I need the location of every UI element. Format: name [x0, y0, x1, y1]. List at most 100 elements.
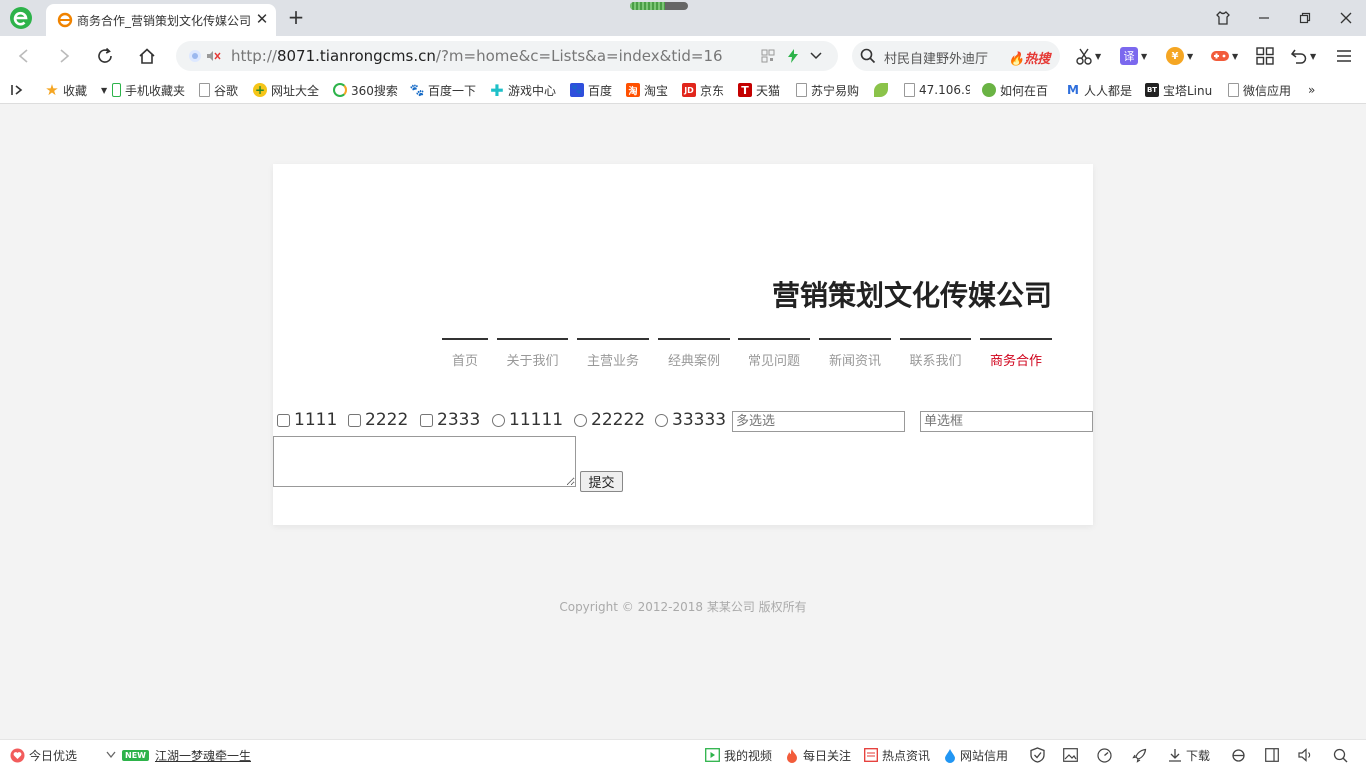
search-icon[interactable]: [860, 48, 876, 67]
radio-option-1[interactable]: 11111: [492, 410, 563, 430]
360-search-icon: [333, 83, 347, 97]
bookmark-leaf[interactable]: [874, 81, 892, 99]
today-picks-button[interactable]: 今日优选: [10, 746, 77, 764]
checkbox-option-2[interactable]: 2222: [348, 410, 408, 430]
tmall-icon: T: [738, 83, 752, 97]
nav-news[interactable]: 新闻资讯: [819, 338, 891, 369]
bookmark-game-center[interactable]: ✚ 游戏中心: [490, 81, 556, 100]
daily-focus-button[interactable]: 每日关注: [785, 746, 851, 764]
browser-logo-icon[interactable]: [9, 6, 33, 30]
mute-audio-icon[interactable]: [206, 49, 222, 66]
game-button[interactable]: ▼: [1210, 45, 1238, 67]
dropdown-caret-icon: ▼: [1310, 51, 1317, 61]
my-video-button[interactable]: 我的视频: [705, 746, 772, 764]
zoom-search-icon[interactable]: [1333, 746, 1348, 764]
checkbox-option-3[interactable]: 2333: [420, 410, 480, 430]
submit-button[interactable]: 提交: [580, 471, 623, 492]
news-ticker[interactable]: NEW 江湖一梦魂牵一生: [106, 746, 251, 764]
bookmark-google[interactable]: 谷歌: [199, 81, 238, 99]
bookmark-url-directory[interactable]: + 网址大全: [253, 81, 319, 99]
search-query[interactable]: 村民自建野外迪厅: [884, 48, 988, 67]
radio-1[interactable]: [492, 413, 505, 427]
forward-arrow-icon[interactable]: [51, 44, 77, 68]
bookmark-favorites[interactable]: ★ 收藏 ▼: [45, 81, 107, 99]
tab-close-icon[interactable]: ✕: [253, 10, 271, 28]
restore-icon[interactable]: [1291, 6, 1319, 30]
star-icon: ★: [45, 81, 59, 99]
undo-button[interactable]: ▼: [1290, 45, 1316, 67]
single-select-input[interactable]: [920, 411, 1093, 432]
search-bar[interactable]: 村民自建野外迪厅 🔥热搜: [852, 41, 1060, 71]
new-tab-plus-icon[interactable]: +: [285, 7, 307, 29]
bookmark-ip-address[interactable]: 47.106.9: [904, 81, 970, 99]
message-textarea[interactable]: [273, 436, 576, 487]
shield-icon[interactable]: [1030, 746, 1045, 764]
chevron-down-icon[interactable]: [810, 50, 822, 64]
multi-select-input[interactable]: [732, 411, 905, 432]
minimize-icon[interactable]: [1250, 6, 1278, 30]
scissors-screenshot-button[interactable]: ▼: [1075, 45, 1101, 67]
nav-contact[interactable]: 联系我们: [900, 338, 971, 369]
ie-mode-icon[interactable]: [1231, 746, 1246, 764]
coin-button[interactable]: ¥ ▼: [1166, 45, 1193, 67]
bookmark-360-search[interactable]: 360搜索: [333, 81, 398, 99]
home-icon[interactable]: [134, 44, 160, 68]
bookmark-how-to[interactable]: 如何在百: [982, 81, 1052, 99]
bookmark-baidu[interactable]: 🐾 百度: [570, 81, 612, 99]
fire-icon: [785, 748, 799, 763]
sidebar-toggle-icon[interactable]: [10, 81, 24, 99]
checkbox-1[interactable]: [277, 413, 290, 427]
nav-business-cooperation[interactable]: 商务合作: [980, 338, 1052, 369]
close-window-icon[interactable]: [1332, 6, 1360, 30]
volume-icon[interactable]: [1298, 746, 1314, 764]
nav-about[interactable]: 关于我们: [497, 338, 568, 369]
bookmark-jd[interactable]: JD 京东: [682, 81, 724, 99]
nav-home[interactable]: 首页: [442, 338, 488, 369]
radio-option-2[interactable]: 22222: [574, 410, 645, 430]
bookmark-wechat-apps[interactable]: 微信应用: [1228, 81, 1294, 99]
radio-3[interactable]: [655, 413, 668, 427]
bookmark-mobile-favorites[interactable]: 手机收藏夹: [112, 81, 185, 99]
url-bar[interactable]: http://8071.tianrongcms.cn/?m=home&c=Lis…: [176, 41, 838, 71]
back-arrow-icon[interactable]: [11, 44, 37, 68]
image-icon[interactable]: [1063, 746, 1078, 764]
qr-code-icon[interactable]: [761, 49, 775, 66]
skin-shirt-icon[interactable]: [1209, 6, 1237, 30]
hot-search-badge[interactable]: 🔥热搜: [1008, 48, 1050, 67]
site-info-icon[interactable]: [188, 49, 202, 66]
apps-grid-icon[interactable]: [1256, 45, 1274, 67]
checkbox-2[interactable]: [348, 413, 361, 427]
site-credit-button[interactable]: 网站信用: [944, 746, 1008, 764]
chevron-down-icon[interactable]: [106, 748, 116, 762]
bookmarks-more-icon[interactable]: »: [1308, 81, 1315, 99]
radio-option-3[interactable]: 33333: [655, 410, 726, 430]
bookmark-woshipm[interactable]: M 人人都是: [1066, 81, 1132, 99]
translate-button[interactable]: 译 ▼: [1120, 45, 1147, 67]
window-icon[interactable]: [1265, 746, 1279, 764]
rocket-icon[interactable]: [1132, 746, 1147, 764]
bookmark-taobao[interactable]: 淘 淘宝: [626, 81, 668, 99]
bookmark-bt-panel[interactable]: BT 宝塔Linu: [1145, 81, 1215, 99]
bookmark-label: 手机收藏夹: [125, 83, 186, 98]
nav-faq[interactable]: 常见问题: [738, 338, 810, 369]
nav-services[interactable]: 主营业务: [577, 338, 649, 369]
active-tab[interactable]: 商务合作_营销策划文化传媒公司 ✕: [46, 4, 276, 36]
refresh-icon[interactable]: [92, 44, 118, 68]
url-text[interactable]: http://8071.tianrongcms.cn/?m=home&c=Lis…: [231, 47, 723, 65]
nav-cases[interactable]: 经典案例: [658, 338, 730, 369]
page-icon: [796, 83, 807, 97]
checkbox-option-1[interactable]: 1111: [277, 410, 337, 430]
bookmark-suning[interactable]: 苏宁易购: [796, 81, 859, 99]
bookmark-tmall[interactable]: T 天猫: [738, 81, 780, 99]
download-button[interactable]: 下载: [1168, 746, 1210, 764]
speed-mode-lightning-icon[interactable]: [786, 48, 800, 67]
radio-2[interactable]: [574, 413, 587, 427]
hot-news-button[interactable]: 热点资讯: [864, 746, 930, 764]
dropdown-caret-icon: ▼: [101, 85, 108, 95]
speed-gauge-icon[interactable]: [1097, 746, 1112, 764]
bookmark-baidu-search[interactable]: 🐾 百度一下: [410, 81, 476, 99]
menu-hamburger-icon[interactable]: [1336, 45, 1352, 67]
tab-bar: 商务合作_营销策划文化传媒公司 ✕ +: [0, 0, 1366, 36]
checkbox-3[interactable]: [420, 413, 433, 427]
news-link[interactable]: 江湖一梦魂牵一生: [155, 747, 251, 764]
